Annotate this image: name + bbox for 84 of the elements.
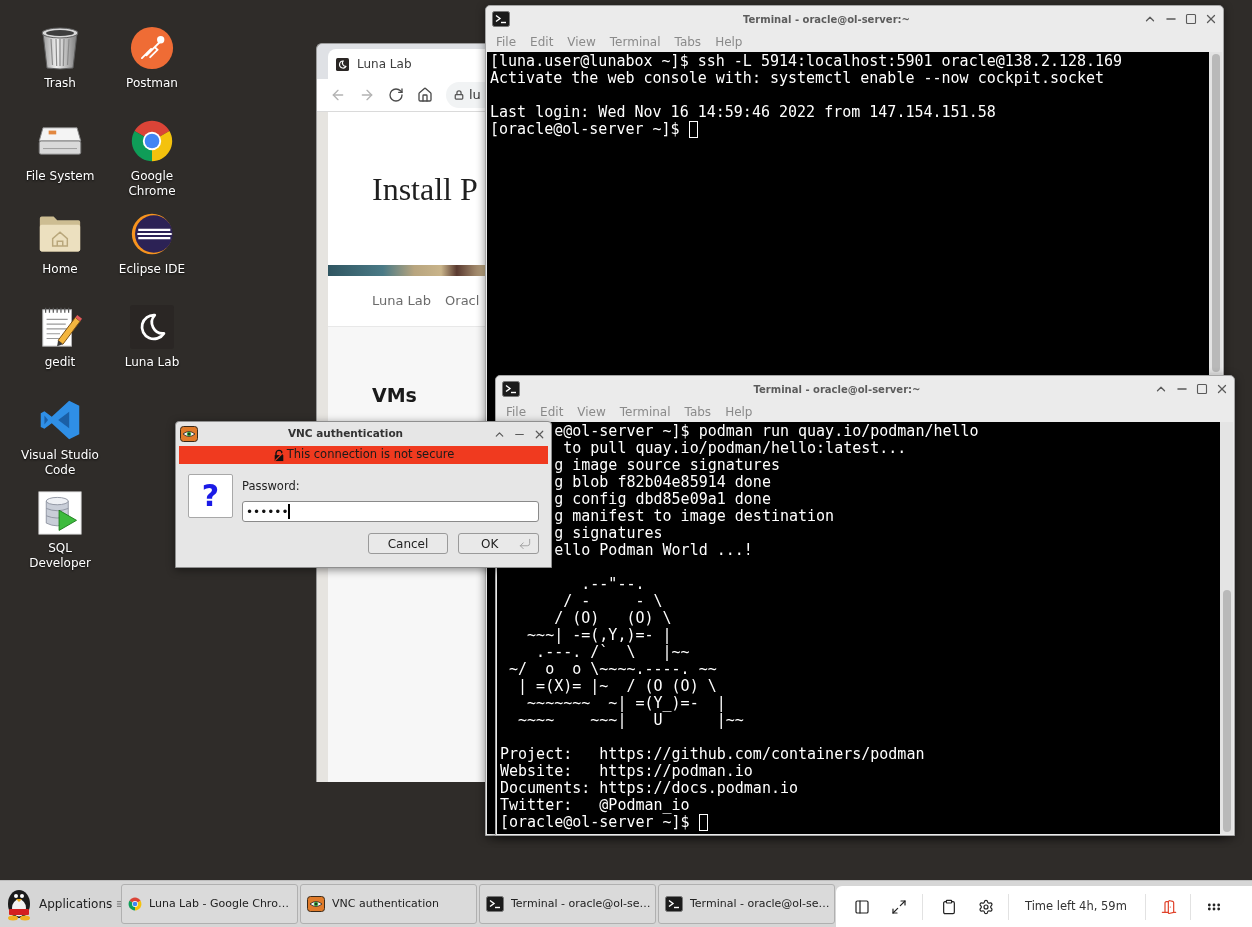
taskbar-button[interactable]: Terminal - oracle@ol-se…	[479, 884, 656, 924]
terminal-text: Website: https://podman.io	[500, 762, 753, 780]
terminal-app-icon	[492, 11, 510, 27]
moon-logo-icon	[336, 57, 349, 71]
ok-button[interactable]: OK	[458, 533, 539, 554]
terminal-text: Project: https://github.com/containers/podman	[500, 745, 925, 763]
page-title: Install P	[372, 170, 479, 209]
sidebar-toggle-icon[interactable]	[854, 898, 870, 915]
desktop-shortcut[interactable]: SQL Developer	[14, 489, 106, 571]
chrome-logo-icon	[130, 119, 174, 163]
text-cursor-icon	[288, 504, 290, 519]
terminal-app-icon	[502, 381, 520, 397]
reload-icon[interactable]	[388, 87, 404, 103]
desktop-shortcut[interactable]: Visual Studio Code	[14, 396, 106, 478]
desktop-shortcut[interactable]: File System	[14, 117, 106, 184]
eclipse-logo-icon	[130, 212, 174, 256]
desktop-shortcut[interactable]: Google Chrome	[106, 117, 198, 199]
terminal-text: g config dbd85e09a1 done	[554, 490, 771, 508]
dialog-title: VNC authentication	[286, 426, 405, 442]
session-timer: Time left 4h, 59m	[1025, 897, 1127, 915]
terminal-text: to pull quay.io/podman/hello:latest...	[562, 439, 907, 457]
address-bar[interactable]: lu	[446, 82, 485, 108]
terminal-text: Twitter: @Podman_io	[500, 796, 690, 814]
cursor-icon	[698, 814, 708, 831]
home-icon[interactable]	[417, 87, 433, 103]
cancel-button[interactable]: Cancel	[368, 533, 448, 554]
terminal-text: Last login: Wed Nov 16 14:59:46 2022 from 147.154.151.58	[490, 103, 996, 121]
settings-icon[interactable]	[978, 898, 994, 915]
terminal-text: [oracle@ol-server ~]$	[500, 814, 690, 831]
window-title: Terminal - oracle@ol-server:~	[742, 12, 911, 27]
terminal-app-icon	[665, 896, 683, 912]
lock-slash-icon	[272, 448, 285, 462]
database-play-icon	[38, 491, 82, 535]
terminal-text: g image source signatures	[554, 456, 780, 474]
desktop-shortcut[interactable]: Home	[14, 210, 106, 277]
desktop-shortcut[interactable]: Luna Lab	[106, 303, 198, 370]
desktop-shortcut[interactable]: Trash	[14, 24, 106, 91]
terminal-text: g manifest to image destination	[554, 507, 835, 525]
taskbar-button[interactable]: Terminal - oracle@ol-se…	[658, 884, 835, 924]
ascii-art: .--"--. / - - \ / (O) (O) \ ~~~| -=(,Y,)=- | .---. /` \ |~~ ~/ o o \~~~~.----. ~~ | =(X)= |~ / (O (O) \ ~~~~~~~ ~| =(Y_)=- | ~~~~ ~~~| U |~~	[508, 576, 744, 729]
field-label: Password:	[242, 479, 300, 494]
taskbar-button[interactable]: VNC authentication	[300, 884, 477, 924]
eye-app-icon	[180, 426, 198, 442]
enter-key-icon	[518, 536, 532, 551]
close-icon[interactable]	[1204, 12, 1218, 26]
scrollbar-thumb[interactable]	[1222, 590, 1231, 832]
lock-icon	[454, 90, 464, 100]
clipboard-icon[interactable]	[941, 898, 957, 915]
close-icon[interactable]	[1215, 382, 1229, 396]
postman-logo-icon	[130, 26, 174, 70]
terminal-text: [luna.user@lunabox ~]$ ssh -L 5914:localhost:5901 oracle@138.2.128.169	[490, 52, 1123, 70]
terminal-text: ello Podman World ...!	[554, 541, 753, 559]
vscode-logo-icon	[38, 398, 82, 442]
terminal-text: [oracle@ol-server ~]$	[490, 121, 680, 138]
fullscreen-icon[interactable]	[891, 898, 907, 915]
desktop-shortcut[interactable]: Eclipse IDE	[106, 210, 198, 277]
exit-door-icon[interactable]	[1160, 898, 1177, 915]
browser-tab[interactable]: Luna Lab	[328, 49, 485, 79]
terminal-text: Documents: https://docs.podman.io	[500, 779, 798, 797]
terminal-text: Activate the web console with: systemctl enable --now cockpit.socket	[490, 69, 1105, 87]
desktop-shortcut[interactable]: gedit	[14, 303, 106, 370]
nav-link[interactable]: Luna Lab	[372, 291, 432, 311]
taskbar-button[interactable]: Luna Lab - Google Chro…	[121, 884, 298, 924]
password-field[interactable]: ••••••	[242, 501, 539, 522]
nav-link[interactable]: Oracl	[445, 291, 480, 311]
home-folder-icon	[38, 214, 82, 254]
trash-can-icon	[40, 26, 80, 70]
maximize-icon[interactable]	[1185, 13, 1197, 25]
scrollbar[interactable]	[1220, 422, 1233, 834]
chrome-logo-icon	[128, 897, 142, 911]
terminal-text: g blob f82b04e85914 done	[554, 473, 771, 491]
terminal-app-icon	[486, 896, 504, 912]
terminal-text: e@ol-server ~]$ podman run quay.io/podman/hello	[554, 422, 979, 440]
question-mark-icon: ?	[188, 474, 233, 518]
warning-banner: This connection is not secure	[179, 446, 548, 464]
moon-logo-icon	[130, 305, 174, 349]
terminal-text: g signatures	[554, 524, 663, 542]
section-heading: VMs	[372, 383, 418, 407]
window-title: Terminal - oracle@ol-server:~	[752, 382, 922, 397]
hard-drive-icon	[37, 124, 83, 158]
maximize-icon[interactable]	[1196, 383, 1208, 395]
eye-app-icon	[307, 896, 325, 912]
desktop-shortcut[interactable]: Postman	[106, 24, 198, 91]
cursor-icon	[688, 121, 698, 138]
